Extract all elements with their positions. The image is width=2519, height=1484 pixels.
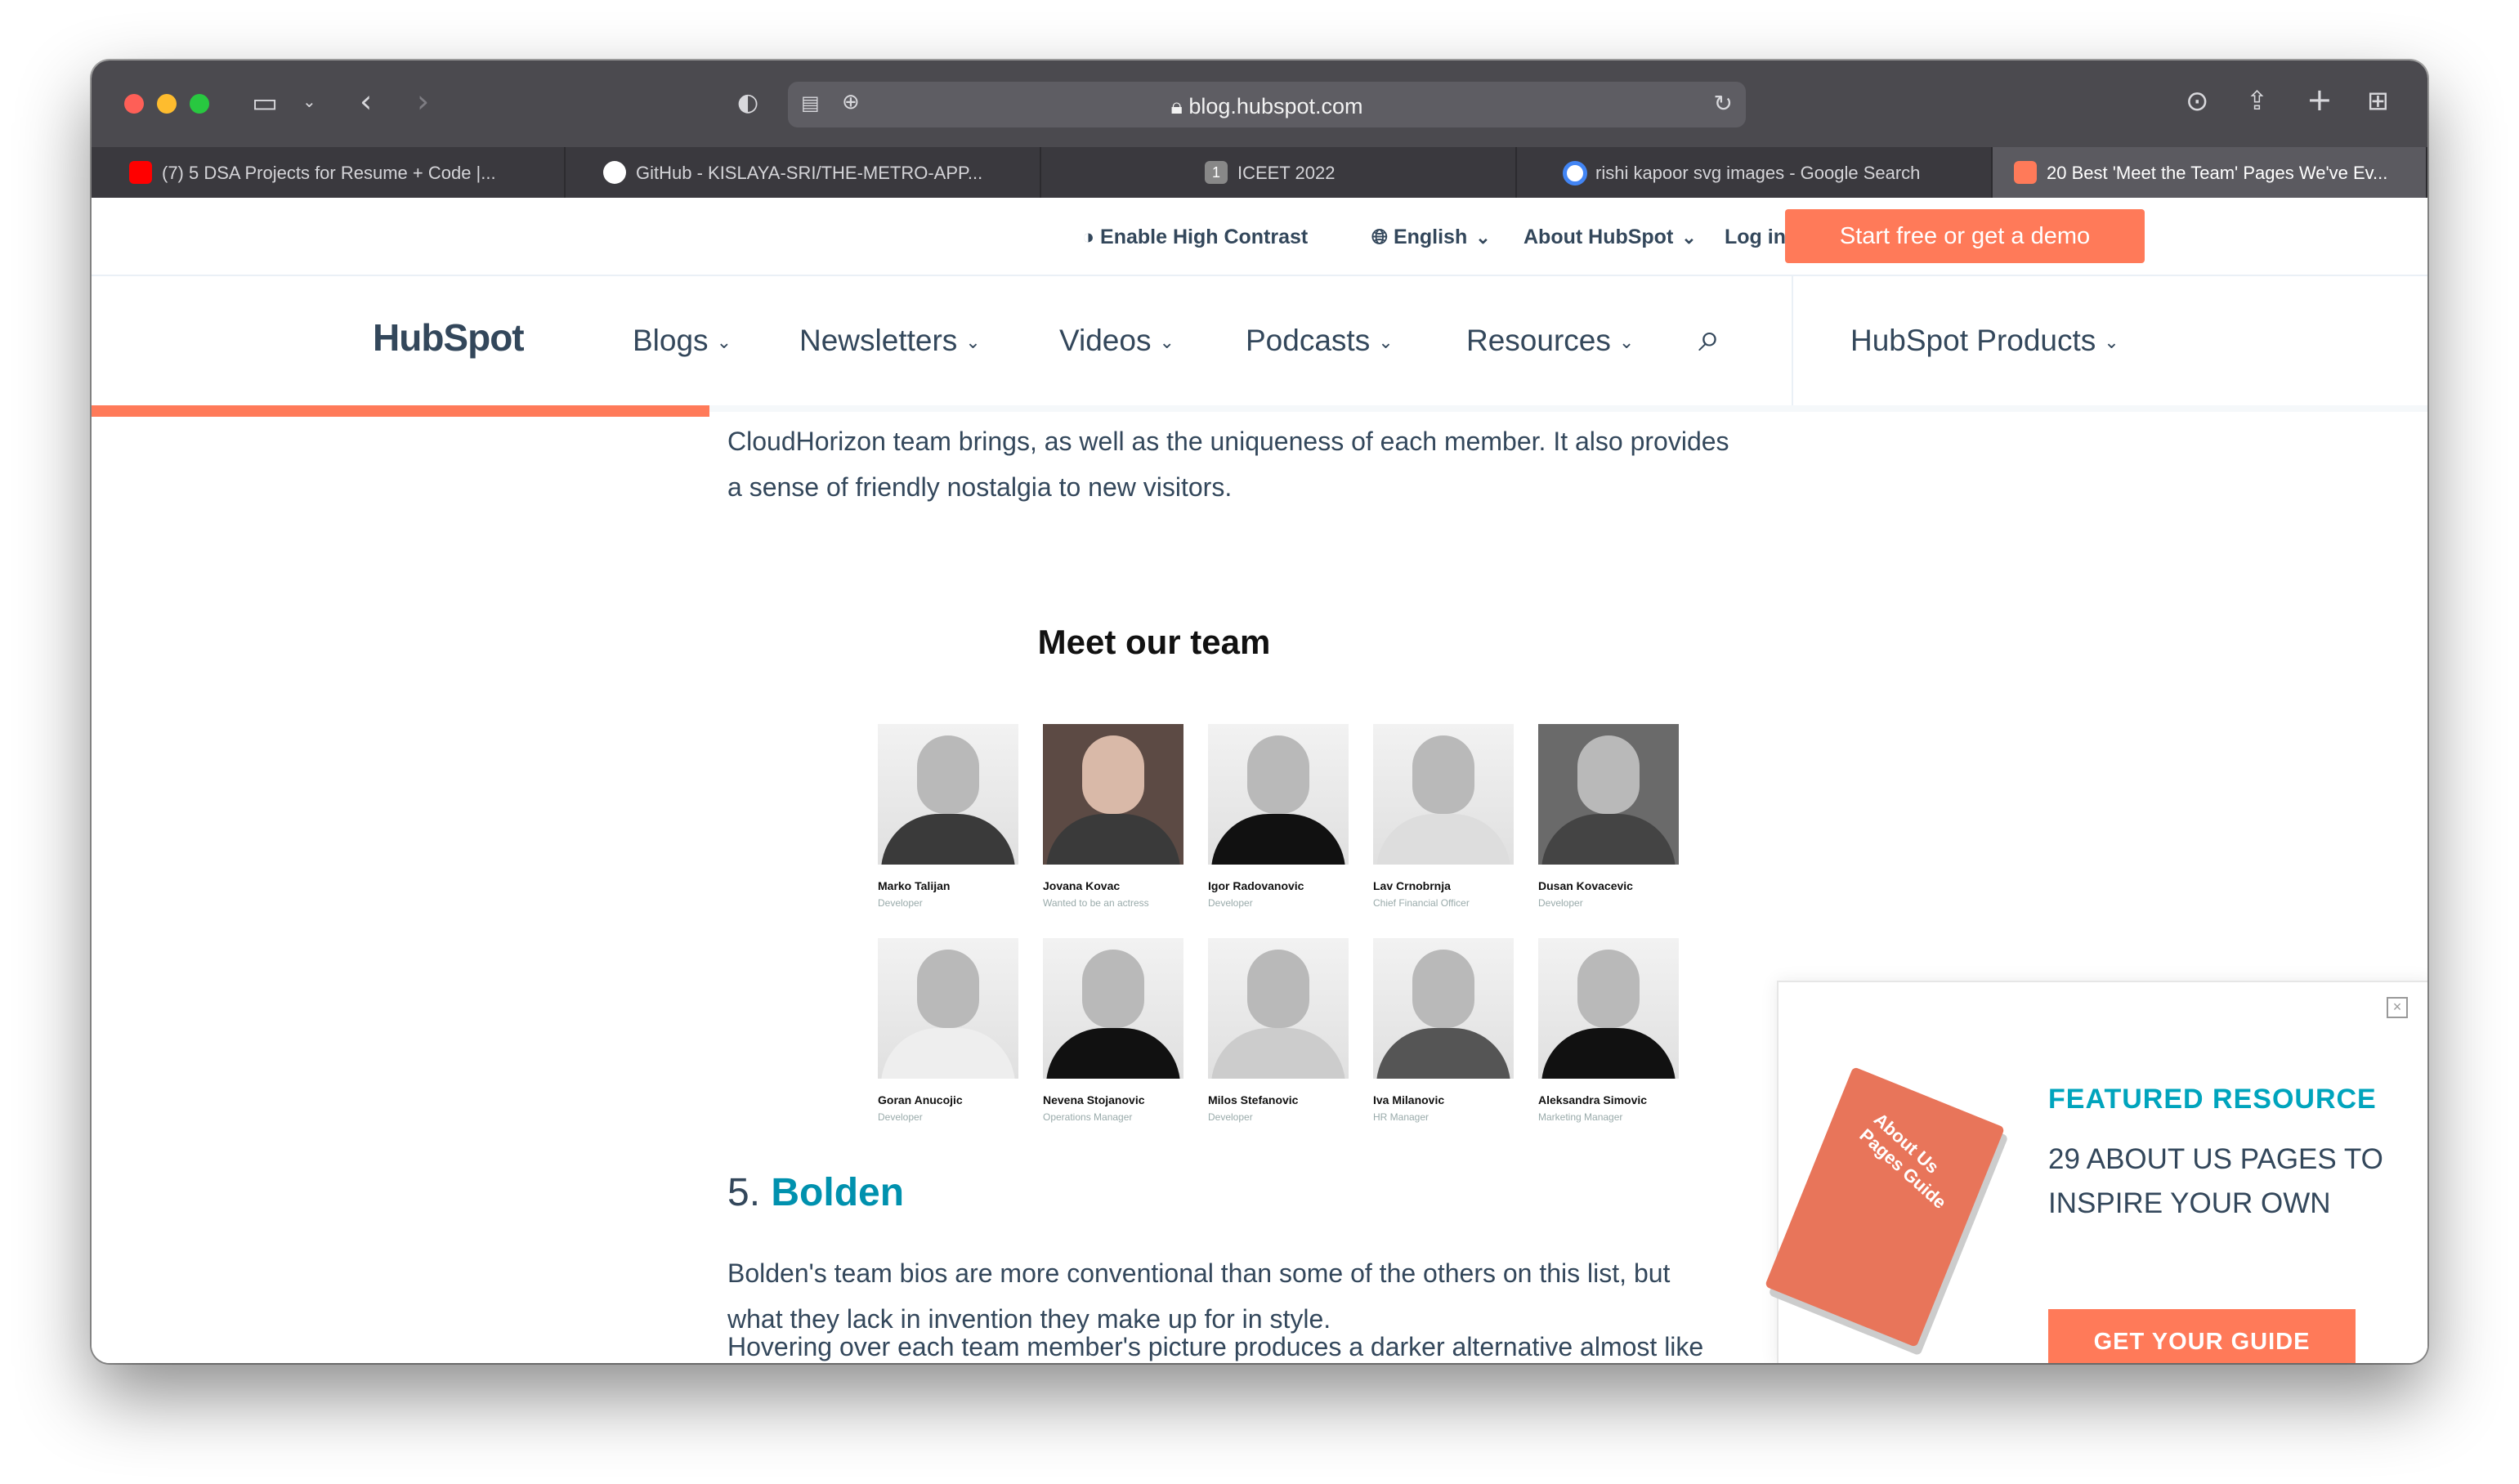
chevron-down-icon[interactable]: ⌄ [302,92,316,111]
back-button[interactable]: ‹ [360,83,372,119]
start-free-button[interactable]: Start free or get a demo [1785,209,2145,263]
bolden-link[interactable]: Bolden [771,1171,904,1214]
tab-iceet[interactable]: 1 ICEET 2022 [1041,147,1517,198]
chevron-down-icon: ⌄ [1378,332,1394,353]
utility-bar: ◑ Enable High Contrast 🌐︎ English ⌄ About… [92,198,2427,276]
team-member: Lav Crnobrnja Chief Financial Officer [1373,724,1517,909]
about-hubspot-menu[interactable]: About HubSpot ⌄ [1523,226,1697,249]
globe-icon: 🌐︎ [1371,226,1394,248]
tab-google[interactable]: rishi kapoor svg images - Google Search [1517,147,1993,198]
hubspot-logo[interactable]: HubSpot [373,315,525,360]
member-photo [1208,938,1349,1079]
high-contrast-button[interactable]: ◑ Enable High Contrast [1082,226,1308,249]
nav-hubspot-products[interactable]: HubSpot Products ⌄ [1850,324,2119,358]
tab-github[interactable]: GitHub - KISLAYA-SRI/THE-METRO-APP... [566,147,1041,198]
login-link[interactable]: Log in [1725,226,1786,249]
download-icon[interactable]: ⊙ [2186,85,2209,118]
chevron-down-icon: ⌄ [965,332,981,353]
address-bar[interactable]: ▤ ⊕ 🔒︎ blog.hubspot.com ↻ [788,82,1746,127]
featured-resource-popup: × About Us Pages Guide FEATURED RESOURCE… [1764,981,2427,1363]
section-heading: 5. Bolden [727,1171,905,1214]
main-nav: HubSpot Blogs ⌄ Newsletters ⌄ Videos ⌄ Podc… [92,276,2427,409]
close-icon[interactable]: × [2387,997,2408,1018]
contrast-icon: ◑ [1082,226,1101,248]
featured-resource-label: FEATURED RESOURCE [2048,1084,2377,1115]
url-text: blog.hubspot.com [1188,94,1363,118]
privacy-shield-icon[interactable]: ◐ [737,88,758,117]
chevron-down-icon: ⌄ [1159,332,1174,353]
member-photo [1208,724,1349,865]
chevron-down-icon: ⌄ [1681,227,1697,248]
member-photo [1538,938,1679,1079]
chevron-down-icon: ⌄ [2104,332,2119,353]
youtube-icon [129,161,152,184]
ebook-cover-image: About Us Pages Guide [1764,1066,2006,1348]
tab-hubspot-active[interactable]: 20 Best 'Meet the Team' Pages We've Ev..… [1993,147,2427,198]
chevron-down-icon: ⌄ [1475,227,1491,248]
reload-icon[interactable]: ↻ [1714,90,1733,117]
member-photo [878,938,1018,1079]
team-member: Dusan Kovacevic Developer [1538,724,1682,909]
nav-videos[interactable]: Videos ⌄ [1059,324,1174,358]
language-selector[interactable]: 🌐︎ English ⌄ [1371,226,1491,249]
team-member: Jovana Kovac Wanted to be an actress [1043,724,1187,909]
get-guide-button[interactable]: GET YOUR GUIDE [2048,1309,2356,1363]
member-photo [1043,938,1183,1079]
search-icon[interactable]: ⌕ [1698,315,1720,361]
browser-window: ▭ ⌄ ‹ › ◐ ▤ ⊕ 🔒︎ blog.hubspot.com ↻ ⊙ ⇪ … [92,60,2427,1363]
close-window-button[interactable] [124,94,144,114]
web-page: ◑ Enable High Contrast 🌐︎ English ⌄ About… [92,198,2427,1363]
member-photo [1373,724,1514,865]
popup-headline: 29 ABOUT US PAGES TO INSPIRE YOUR OWN [2048,1143,2383,1219]
member-photo [1373,938,1514,1079]
nav-divider [1792,276,1793,409]
tab-youtube[interactable]: (7) 5 DSA Projects for Resume + Code |..… [92,147,566,198]
nav-blogs[interactable]: Blogs ⌄ [633,324,732,358]
team-member: Marko Talijan Developer [878,724,1022,909]
hover-paragraph: Hovering over each team member's picture… [727,1332,1704,1361]
zoom-window-button[interactable] [190,94,209,114]
browser-titlebar: ▭ ⌄ ‹ › ◐ ▤ ⊕ 🔒︎ blog.hubspot.com ↻ ⊙ ⇪ … [92,60,2427,147]
share-icon[interactable]: ⇪ [2246,85,2268,116]
forward-button[interactable]: › [417,83,429,119]
nav-podcasts[interactable]: Podcasts ⌄ [1246,324,1394,358]
team-member: Igor Radovanovic Developer [1208,724,1352,909]
member-photo [878,724,1018,865]
nav-newsletters[interactable]: Newsletters ⌄ [799,324,981,358]
nav-resources[interactable]: Resources ⌄ [1466,324,1634,358]
github-icon [603,161,626,184]
team-section-title: Meet our team [1037,623,1271,661]
member-photo [1043,724,1183,865]
chevron-down-icon: ⌄ [716,332,732,353]
team-member: Iva Milanovic HR Manager [1373,938,1517,1123]
chevron-down-icon: ⌄ [1618,332,1635,353]
team-member: Goran Anucojic Developer [878,938,1022,1123]
member-photo [1538,724,1679,865]
page-number-icon: 1 [1205,161,1228,184]
tab-overview-icon[interactable]: ⊞ [2367,85,2389,116]
team-member: Aleksandra Simovic Marketing Manager [1538,938,1682,1123]
google-icon [1563,161,1587,186]
reading-progress-bar [92,405,709,417]
team-member: Nevena Stojanovic Operations Manager [1043,938,1187,1123]
new-tab-icon[interactable]: + [2306,82,2333,118]
sidebar-toggle-icon[interactable]: ▭ [252,87,278,119]
minimize-window-button[interactable] [157,94,177,114]
team-member: Milos Stefanovic Developer [1208,938,1352,1123]
intro-paragraph: CloudHorizon team brings, as well as the… [727,427,1729,502]
hubspot-icon [2014,161,2037,184]
lock-icon: 🔒︎ [1170,94,1189,118]
tab-bar: (7) 5 DSA Projects for Resume + Code |..… [92,147,2427,198]
